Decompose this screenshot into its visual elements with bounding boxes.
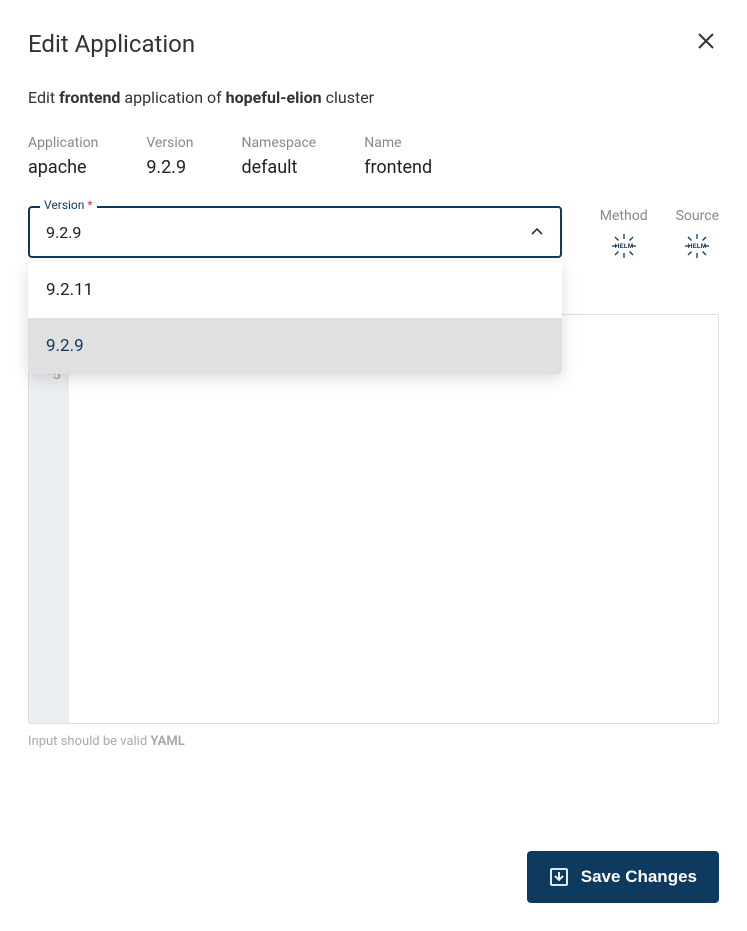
save-changes-button[interactable]: Save Changes [527, 851, 719, 903]
version-option[interactable]: 9.2.9 [28, 318, 562, 374]
save-icon [549, 867, 569, 887]
dialog-header: Edit Application [28, 28, 719, 60]
helm-icon: HELM [683, 232, 711, 260]
close-button[interactable] [693, 28, 719, 60]
version-select-wrap: Version * 9.2.9 9.2.11 9.2.9 [28, 206, 562, 258]
meta-namespace: Namespace default [241, 135, 316, 178]
yaml-hint: Input should be valid YAML [28, 734, 719, 749]
dialog-subtitle: Edit frontend application of hopeful-eli… [28, 88, 719, 107]
hint-strong: YAML [150, 734, 184, 749]
svg-text:HELM: HELM [688, 243, 706, 250]
save-button-label: Save Changes [581, 867, 697, 887]
meta-label: Application [28, 135, 98, 151]
version-option[interactable]: 9.2.11 [28, 262, 562, 318]
select-label-text: Version [44, 198, 84, 212]
yaml-editor[interactable]: 3 4 5 commonLabels: owner: somebody [28, 314, 719, 724]
meta-application: Application apache [28, 135, 98, 178]
meta-row: Application apache Version 9.2.9 Namespa… [28, 135, 719, 178]
source-column: Source HELM [676, 208, 719, 260]
controls-row: Version * 9.2.9 9.2.11 9.2.9 Method [28, 206, 719, 260]
subtitle-middle: application of [120, 88, 225, 107]
version-select-value: 9.2.9 [46, 223, 81, 242]
subtitle-suffix: cluster [322, 88, 374, 107]
method-column: Method HELM [600, 208, 648, 260]
svg-text:HELM: HELM [614, 243, 632, 250]
required-indicator: * [87, 198, 92, 212]
subtitle-prefix: Edit [28, 88, 59, 107]
meta-label: Name [364, 135, 432, 151]
meta-value: 9.2.9 [146, 157, 193, 178]
chevron-up-icon [530, 225, 544, 239]
method-label: Method [600, 208, 648, 224]
helm-icon: HELM [610, 232, 638, 260]
subtitle-app: frontend [59, 88, 120, 107]
close-icon [697, 32, 715, 50]
hint-text: Input should be valid [28, 734, 150, 749]
side-columns: Method HELM Source [600, 206, 719, 260]
editor-gutter: 3 4 5 [29, 315, 69, 723]
meta-version: Version 9.2.9 [146, 135, 193, 178]
meta-value: apache [28, 157, 98, 178]
version-select-label: Version * [40, 198, 97, 212]
meta-name: Name frontend [364, 135, 432, 178]
version-dropdown: 9.2.11 9.2.9 [28, 262, 562, 374]
dialog-title: Edit Application [28, 30, 195, 58]
source-label: Source [676, 208, 719, 224]
dialog-footer: Save Changes [527, 851, 719, 903]
meta-label: Namespace [241, 135, 316, 151]
version-select[interactable]: 9.2.9 [28, 206, 562, 258]
subtitle-cluster: hopeful-elion [226, 88, 322, 107]
meta-label: Version [146, 135, 193, 151]
meta-value: frontend [364, 157, 432, 178]
editor-code[interactable]: commonLabels: owner: somebody [69, 315, 718, 723]
meta-value: default [241, 157, 316, 178]
